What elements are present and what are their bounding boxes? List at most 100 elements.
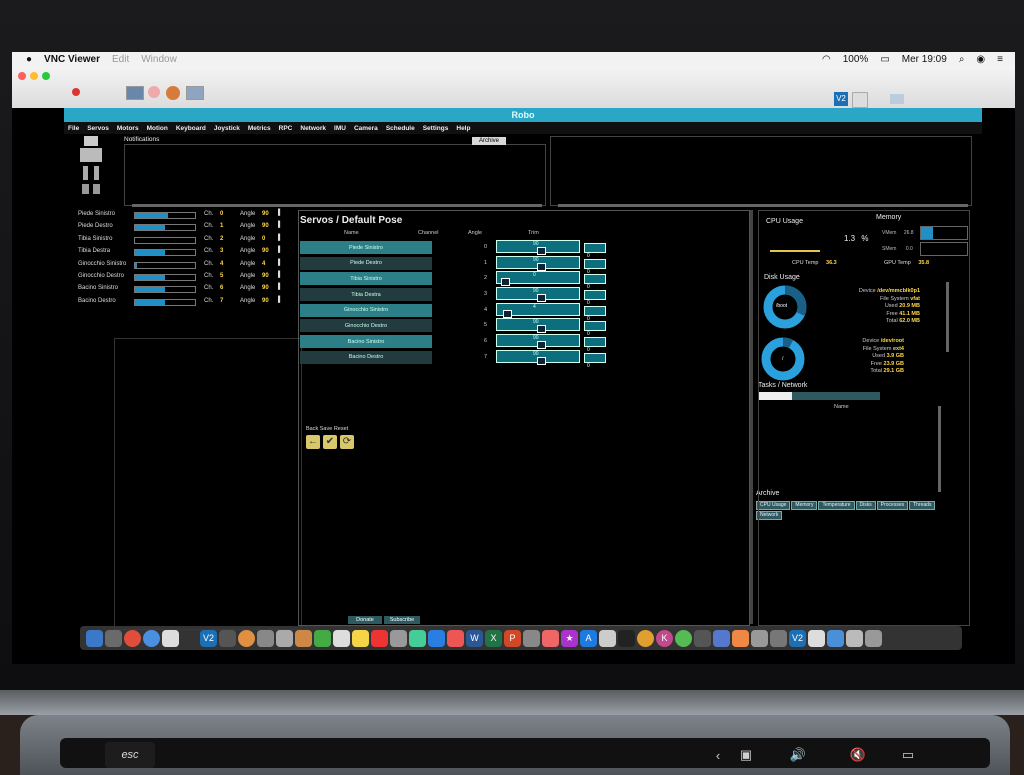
refresh-icon[interactable] <box>148 86 160 98</box>
minimize-window-button[interactable] <box>30 72 38 80</box>
menu-keyboard[interactable]: Keyboard <box>176 125 206 132</box>
chrome-icon[interactable] <box>124 629 141 647</box>
zoom-window-button[interactable] <box>42 72 50 80</box>
menu-file[interactable]: File <box>68 125 79 132</box>
menu-joystick[interactable]: Joystick <box>214 125 240 132</box>
app-icon-24[interactable] <box>523 629 540 647</box>
volume-icon[interactable]: 🔊 <box>780 744 816 766</box>
row-scroll-handle[interactable]: ▌ <box>278 260 282 266</box>
menu-metrics[interactable]: Metrics <box>248 125 271 132</box>
esc-key[interactable]: esc <box>105 742 155 768</box>
vertical-scrollbar[interactable] <box>750 210 753 624</box>
close-window-button[interactable] <box>18 72 26 80</box>
menu-network[interactable]: Network <box>300 125 326 132</box>
menu-app-name[interactable]: VNC Viewer <box>44 54 100 65</box>
window-thumbnail-icon[interactable] <box>126 86 144 100</box>
word-icon[interactable]: W <box>466 629 483 647</box>
app-icon-30[interactable] <box>637 629 654 647</box>
row-scroll-handle[interactable]: ▌ <box>278 284 282 290</box>
safari-icon[interactable] <box>143 629 160 647</box>
app-icon-29[interactable] <box>618 629 635 647</box>
app-icon-35[interactable] <box>732 629 749 647</box>
menu-motors[interactable]: Motors <box>117 125 139 132</box>
row-scroll-handle[interactable]: ▌ <box>278 235 282 241</box>
menu-window[interactable]: Window <box>141 54 177 65</box>
row-scroll-handle[interactable]: ▌ <box>278 210 282 216</box>
downloads-folder-icon[interactable] <box>827 629 844 647</box>
donate-button[interactable]: Donate <box>348 616 382 624</box>
siri-icon[interactable]: ▭ <box>890 744 926 766</box>
apple-icon[interactable]: ● <box>26 54 32 65</box>
wifi-icon[interactable]: ◠ <box>822 54 831 65</box>
subscribe-button[interactable]: Subscribe <box>384 616 420 624</box>
app-icon-10[interactable] <box>257 629 274 647</box>
clock[interactable]: Mer 19:09 <box>902 54 947 65</box>
menu-rpc[interactable]: RPC <box>279 125 293 132</box>
row-scroll-handle[interactable]: ▌ <box>278 247 282 253</box>
laptop-hinge <box>0 690 1024 715</box>
horizontal-scrollbar-right[interactable] <box>558 204 968 207</box>
row-scroll-handle[interactable]: ▌ <box>278 222 282 228</box>
firefox-dock-icon[interactable] <box>238 629 255 647</box>
settings-icon[interactable] <box>181 629 198 647</box>
firefox-icon[interactable] <box>166 86 180 100</box>
excel-icon[interactable]: X <box>485 629 502 647</box>
messages-icon[interactable] <box>409 629 426 647</box>
documents-icon[interactable] <box>846 629 863 647</box>
battery-icon[interactable]: ▭ <box>880 54 889 65</box>
app-icon-32[interactable] <box>675 629 692 647</box>
app-icon-25[interactable] <box>542 629 559 647</box>
vnc-viewer-running-icon[interactable]: V2 <box>789 629 806 647</box>
photos-icon[interactable] <box>447 629 464 647</box>
horizontal-scrollbar[interactable] <box>132 204 542 207</box>
app-icon-11[interactable] <box>276 629 293 647</box>
launchpad-icon[interactable] <box>105 629 122 647</box>
calendar-icon[interactable] <box>371 629 388 647</box>
mute-icon[interactable]: 🔇 <box>840 744 876 766</box>
notes-icon[interactable] <box>333 629 350 647</box>
menu-motion[interactable]: Motion <box>147 125 168 132</box>
app-icon-36[interactable] <box>751 629 768 647</box>
vnc-viewer-icon[interactable]: V2 <box>200 629 217 647</box>
app-icon-34[interactable] <box>713 629 730 647</box>
trash-icon[interactable] <box>865 629 882 647</box>
app-icon-12[interactable] <box>295 629 312 647</box>
stickies-icon[interactable] <box>352 629 369 647</box>
archive-notifications-button[interactable]: Archive <box>472 137 506 145</box>
search-icon[interactable]: ⌕ <box>959 54 965 65</box>
brightness-icon[interactable]: ▣ <box>728 744 764 766</box>
mail-icon[interactable] <box>162 629 179 647</box>
row-scroll-handle[interactable]: ▌ <box>278 272 282 278</box>
terminal-icon[interactable] <box>219 629 236 647</box>
app-icon-31[interactable]: K <box>656 629 673 647</box>
facetime-icon[interactable] <box>428 629 445 647</box>
macos-menubar: ● VNC Viewer Edit Window ◠ 100% ▭ Mer 19… <box>12 52 1015 66</box>
contacts-icon[interactable] <box>390 629 407 647</box>
bluetooth-icon[interactable] <box>852 92 868 108</box>
row-scroll-handle[interactable]: ▌ <box>278 297 282 303</box>
app-store-icon[interactable]: A <box>580 629 597 647</box>
app-icon-37[interactable] <box>770 629 787 647</box>
menu-servos[interactable]: Servos <box>87 125 109 132</box>
menu-schedule[interactable]: Schedule <box>386 125 415 132</box>
menu-edit[interactable]: Edit <box>112 54 129 65</box>
menu-camera[interactable]: Camera <box>354 125 378 132</box>
user-icon[interactable]: ◉ <box>976 54 985 65</box>
finder-icon[interactable] <box>86 629 103 647</box>
screenshot-icon[interactable] <box>186 86 204 100</box>
menu-help[interactable]: Help <box>456 125 470 132</box>
list-icon[interactable]: ≡ <box>997 54 1003 65</box>
record-icon[interactable] <box>72 88 80 96</box>
menu-settings[interactable]: Settings <box>423 125 449 132</box>
network-icon[interactable] <box>890 94 904 104</box>
app-icon-13[interactable] <box>314 629 331 647</box>
app-icon-39[interactable] <box>808 629 825 647</box>
app-icon-33[interactable] <box>694 629 711 647</box>
menu-imu[interactable]: IMU <box>334 125 346 132</box>
app-icon-28[interactable] <box>599 629 616 647</box>
app-icon-26[interactable]: ★ <box>561 629 578 647</box>
powerpoint-icon[interactable]: P <box>504 629 521 647</box>
angle-value: 90 <box>262 297 269 304</box>
vnc-logo-icon[interactable]: V2 <box>834 92 848 106</box>
channel-value: 4 <box>220 260 224 267</box>
